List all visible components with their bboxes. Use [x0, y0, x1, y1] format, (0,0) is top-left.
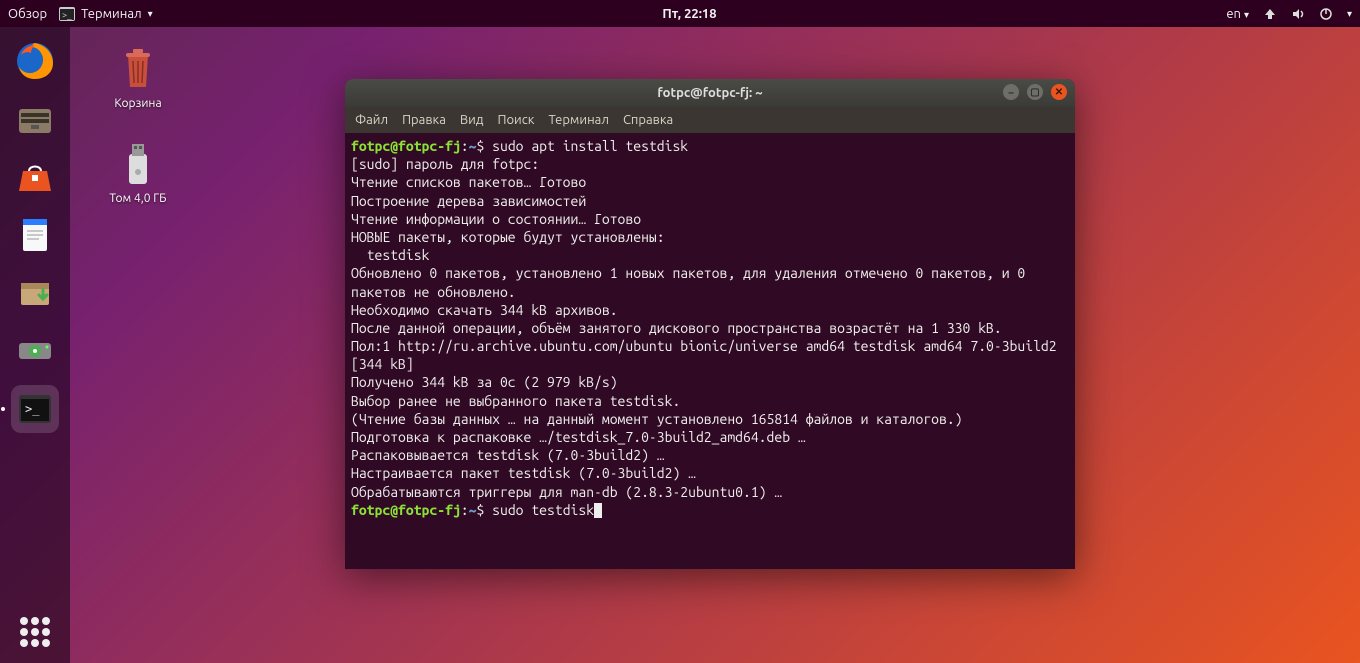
command-1: sudo apt install testdisk	[492, 138, 688, 154]
terminal-output-text: [sudo] пароль для fotpc: Чтение списков …	[351, 156, 1064, 499]
software-center-icon	[15, 157, 55, 197]
app-menu[interactable]: >_ Терминал ▾	[59, 7, 153, 21]
system-menu-arrow[interactable]: ▾	[1347, 8, 1352, 20]
window-maximize-button[interactable]: ▢	[1027, 84, 1043, 100]
command-2: sudo testdisk	[492, 502, 594, 518]
usb-drive-icon	[114, 140, 162, 188]
window-minimize-button[interactable]: –	[1003, 84, 1019, 100]
top-panel: Обзор >_ Терминал ▾ Пт, 22:18 en ▾ ▾	[0, 0, 1360, 27]
desktop-trash-label: Корзина	[98, 97, 178, 110]
svg-text:>_: >_	[25, 402, 40, 416]
power-icon[interactable]	[1319, 7, 1333, 21]
dock-software[interactable]	[11, 153, 59, 201]
window-titlebar[interactable]: fotpc@fotpc-fj: ~ – ▢ ✕	[345, 79, 1075, 107]
dock-disks[interactable]	[11, 327, 59, 375]
clock[interactable]: Пт, 22:18	[153, 7, 1227, 21]
dock-files[interactable]	[11, 95, 59, 143]
volume-icon[interactable]	[1291, 7, 1305, 21]
document-icon	[15, 215, 55, 255]
window-title: fotpc@fotpc-fj: ~	[657, 86, 762, 100]
app-menu-label: Терминал	[81, 7, 141, 21]
dock-writer[interactable]	[11, 211, 59, 259]
desktop-trash[interactable]: Корзина	[98, 45, 178, 110]
desktop-volume-label: Том 4,0 ГБ	[98, 192, 178, 205]
dock-firefox[interactable]	[11, 37, 59, 85]
files-icon	[15, 99, 55, 139]
menu-file[interactable]: Файл	[355, 113, 388, 127]
terminal-output[interactable]: fotpc@fotpc-fj:~$ sudo apt install testd…	[345, 133, 1075, 569]
firefox-icon	[15, 41, 55, 81]
dock-terminal[interactable]: >_	[11, 385, 59, 433]
menu-edit[interactable]: Правка	[402, 113, 446, 127]
trash-icon	[114, 45, 162, 93]
terminal-cursor	[594, 503, 602, 518]
prompt-user-2: fotpc@fotpc-fj	[351, 502, 461, 518]
disk-icon	[15, 331, 55, 371]
terminal-menubar: Файл Правка Вид Поиск Терминал Справка	[345, 107, 1075, 133]
package-icon	[15, 273, 55, 313]
network-icon[interactable]	[1263, 7, 1277, 21]
terminal-icon: >_	[59, 7, 75, 21]
menu-search[interactable]: Поиск	[497, 113, 534, 127]
desktop-volume[interactable]: Том 4,0 ГБ	[98, 140, 178, 205]
terminal-app-icon: >_	[15, 389, 55, 429]
activities-button[interactable]: Обзор	[8, 7, 47, 21]
terminal-window: fotpc@fotpc-fj: ~ – ▢ ✕ Файл Правка Вид …	[345, 79, 1075, 569]
svg-text:>_: >_	[62, 10, 72, 20]
dock-installer[interactable]	[11, 269, 59, 317]
menu-terminal[interactable]: Терминал	[548, 113, 608, 127]
menu-help[interactable]: Справка	[623, 113, 673, 127]
show-applications-button[interactable]	[20, 617, 50, 647]
menu-view[interactable]: Вид	[460, 113, 484, 127]
keyboard-layout-indicator[interactable]: en ▾	[1226, 7, 1249, 21]
window-close-button[interactable]: ✕	[1051, 84, 1067, 100]
prompt-user: fotpc@fotpc-fj	[351, 138, 461, 154]
dock: >_	[0, 27, 70, 663]
